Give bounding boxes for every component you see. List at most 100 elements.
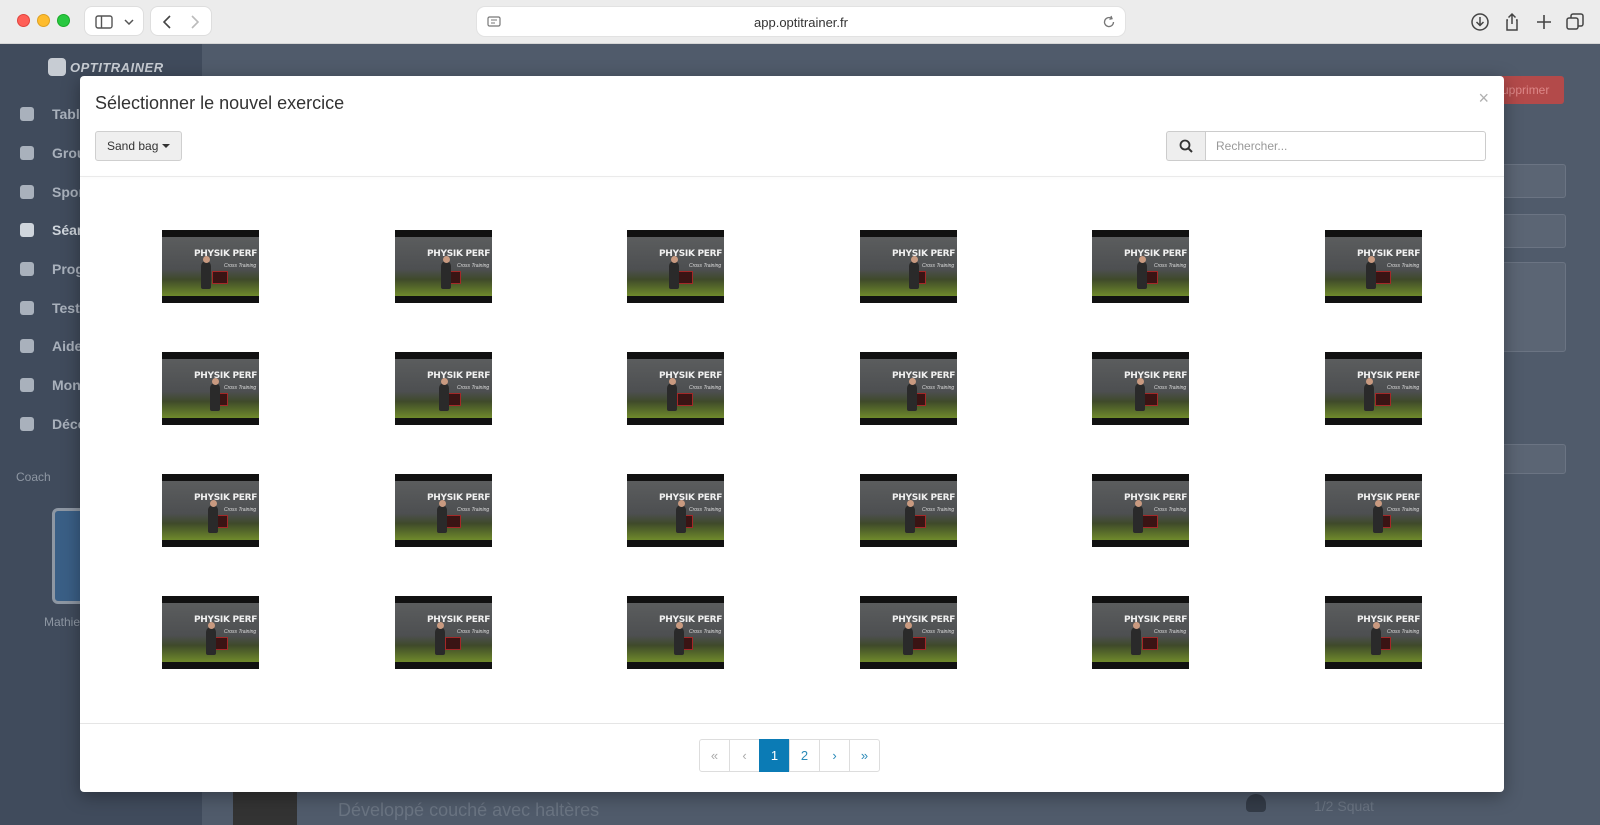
sidebar-item-logout[interactable]: Déconnexion [20, 416, 82, 432]
exercise-thumbnail[interactable]: PHYSIK PERF Cross Training [627, 474, 724, 547]
exercise-thumbnail[interactable]: PHYSIK PERF Cross Training [395, 596, 492, 669]
thumbnail-subtitle: Cross Training [1154, 629, 1187, 635]
sidebar-item-account[interactable]: Mon compte [20, 377, 82, 393]
sidebar-item-sessions[interactable]: Séances [20, 222, 82, 238]
search-input[interactable] [1205, 131, 1486, 161]
athlete-head [443, 256, 450, 263]
athlete-figure [1137, 261, 1147, 289]
sidebar-toggle-icon[interactable] [93, 7, 115, 37]
first-page-button[interactable]: « [699, 739, 730, 772]
sidebar-item-label: Tests [52, 300, 82, 316]
back-icon[interactable] [155, 7, 179, 37]
thumbnail-subtitle: Cross Training [224, 263, 257, 269]
athlete-head [676, 622, 683, 629]
exercise-thumbnail[interactable]: PHYSIK PERF Cross Training [1092, 474, 1189, 547]
video-frame: PHYSIK PERF Cross Training [162, 603, 259, 662]
exercise-thumbnail[interactable]: PHYSIK PERF Cross Training [627, 230, 724, 303]
athlete-head [1133, 622, 1140, 629]
chevron-down-icon[interactable] [119, 7, 139, 37]
forward-icon[interactable] [183, 7, 207, 37]
page-1-button[interactable]: 1 [759, 739, 790, 772]
video-frame: PHYSIK PERF Cross Training [860, 237, 957, 296]
exercise-thumbnail[interactable]: PHYSIK PERF Cross Training [860, 352, 957, 425]
sidebar-toggle-group [84, 6, 144, 36]
tab-overview-icon[interactable] [1565, 12, 1585, 32]
exercise-thumbnail[interactable]: PHYSIK PERF Cross Training [395, 230, 492, 303]
thumbnail-logo: PHYSIK PERF [659, 615, 723, 625]
athlete-head [212, 378, 219, 385]
thumbnail-subtitle: Cross Training [689, 629, 722, 635]
group-icon [20, 146, 34, 160]
box-graphic [677, 271, 693, 284]
minimize-window-button[interactable] [37, 14, 50, 27]
next-page-button[interactable]: › [819, 739, 850, 772]
share-icon[interactable] [1502, 12, 1522, 32]
heart-icon[interactable] [1246, 794, 1266, 812]
exercise-thumbnail[interactable]: PHYSIK PERF Cross Training [860, 474, 957, 547]
sidebar-item-label: Mon compte [52, 377, 82, 393]
exercise-thumbnail[interactable]: PHYSIK PERF Cross Training [1092, 352, 1189, 425]
exercise-thumbnail[interactable]: PHYSIK PERF Cross Training [395, 352, 492, 425]
exercise-thumbnail[interactable]: PHYSIK PERF Cross Training [860, 596, 957, 669]
athlete-head [1366, 378, 1373, 385]
search-icon[interactable] [1166, 131, 1205, 161]
exercise-thumbnail[interactable]: PHYSIK PERF Cross Training [1092, 596, 1189, 669]
exercise-thumbnail[interactable]: PHYSIK PERF Cross Training [1325, 352, 1422, 425]
thumbnail-subtitle: Cross Training [1387, 507, 1420, 513]
thumbnail-subtitle: Cross Training [1387, 385, 1420, 391]
video-frame: PHYSIK PERF Cross Training [1092, 237, 1189, 296]
athlete-figure [201, 261, 211, 289]
sidebar-item-label: Programmes [52, 261, 82, 277]
exercise-thumbnail[interactable]: PHYSIK PERF Cross Training [860, 230, 957, 303]
new-tab-icon[interactable] [1534, 12, 1554, 32]
sidebar-item-help[interactable]: Aide [20, 338, 82, 354]
page-2-button[interactable]: 2 [789, 739, 820, 772]
category-filter-dropdown[interactable]: Sand bag [95, 131, 183, 161]
exercise-thumbnail[interactable]: PHYSIK PERF Cross Training [162, 474, 259, 547]
modal-title: Sélectionner le nouvel exercice [95, 93, 345, 113]
athlete-figure [676, 505, 686, 533]
sidebar-item-groups[interactable]: Groupes [20, 145, 82, 161]
thumbnail-logo: PHYSIK PERF [892, 493, 956, 503]
navigation-group [150, 6, 212, 36]
sidebar-item-label: Sportifs [52, 184, 82, 200]
exercise-thumbnail[interactable]: PHYSIK PERF Cross Training [627, 596, 724, 669]
athlete-head [1368, 256, 1375, 263]
sidebar-item-athletes[interactable]: Sportifs [20, 184, 82, 200]
exercise-thumbnail[interactable]: PHYSIK PERF Cross Training [395, 474, 492, 547]
exercise-thumbnail[interactable]: PHYSIK PERF Cross Training [162, 596, 259, 669]
prev-page-button[interactable]: ‹ [729, 739, 760, 772]
last-page-button[interactable]: » [849, 739, 880, 772]
thumbnail-subtitle: Cross Training [224, 385, 257, 391]
brand-mark-icon [48, 58, 66, 76]
exercise-thumbnail[interactable]: PHYSIK PERF Cross Training [162, 352, 259, 425]
exercise-thumbnail[interactable]: PHYSIK PERF Cross Training [627, 352, 724, 425]
exercise-thumbnail[interactable]: PHYSIK PERF Cross Training [1325, 474, 1422, 547]
athlete-head [678, 500, 685, 507]
athlete-head [441, 378, 448, 385]
reload-icon[interactable] [1101, 14, 1117, 30]
exercise-thumbnail[interactable]: PHYSIK PERF Cross Training [1092, 230, 1189, 303]
coach-label: Coach [16, 470, 51, 484]
thumbnail-logo: PHYSIK PERF [1357, 615, 1421, 625]
video-frame: PHYSIK PERF Cross Training [627, 481, 724, 540]
address-bar[interactable]: app.optitrainer.fr [476, 6, 1126, 37]
thumbnail-logo: PHYSIK PERF [892, 249, 956, 259]
search-group [1166, 131, 1486, 161]
video-frame: PHYSIK PERF Cross Training [395, 359, 492, 418]
athlete-head [1137, 378, 1144, 385]
sidebar-item-programs[interactable]: Programmes [20, 261, 82, 277]
sidebar-item-dashboard[interactable]: Tableau de bord [20, 106, 82, 122]
download-icon[interactable] [1470, 12, 1490, 32]
video-frame: PHYSIK PERF Cross Training [162, 359, 259, 418]
close-icon[interactable]: × [1478, 88, 1489, 109]
fullscreen-window-button[interactable] [57, 14, 70, 27]
browser-toolbar: app.optitrainer.fr [0, 0, 1600, 44]
exercise-thumbnail[interactable]: PHYSIK PERF Cross Training [1325, 596, 1422, 669]
exercise-thumbnail[interactable]: PHYSIK PERF Cross Training [1325, 230, 1422, 303]
thumbnail-logo: PHYSIK PERF [1124, 249, 1188, 259]
exercise-thumbnail[interactable]: PHYSIK PERF Cross Training [162, 230, 259, 303]
sidebar-item-tests[interactable]: Tests [20, 300, 82, 316]
thumbnail-logo: PHYSIK PERF [659, 493, 723, 503]
close-window-button[interactable] [17, 14, 30, 27]
